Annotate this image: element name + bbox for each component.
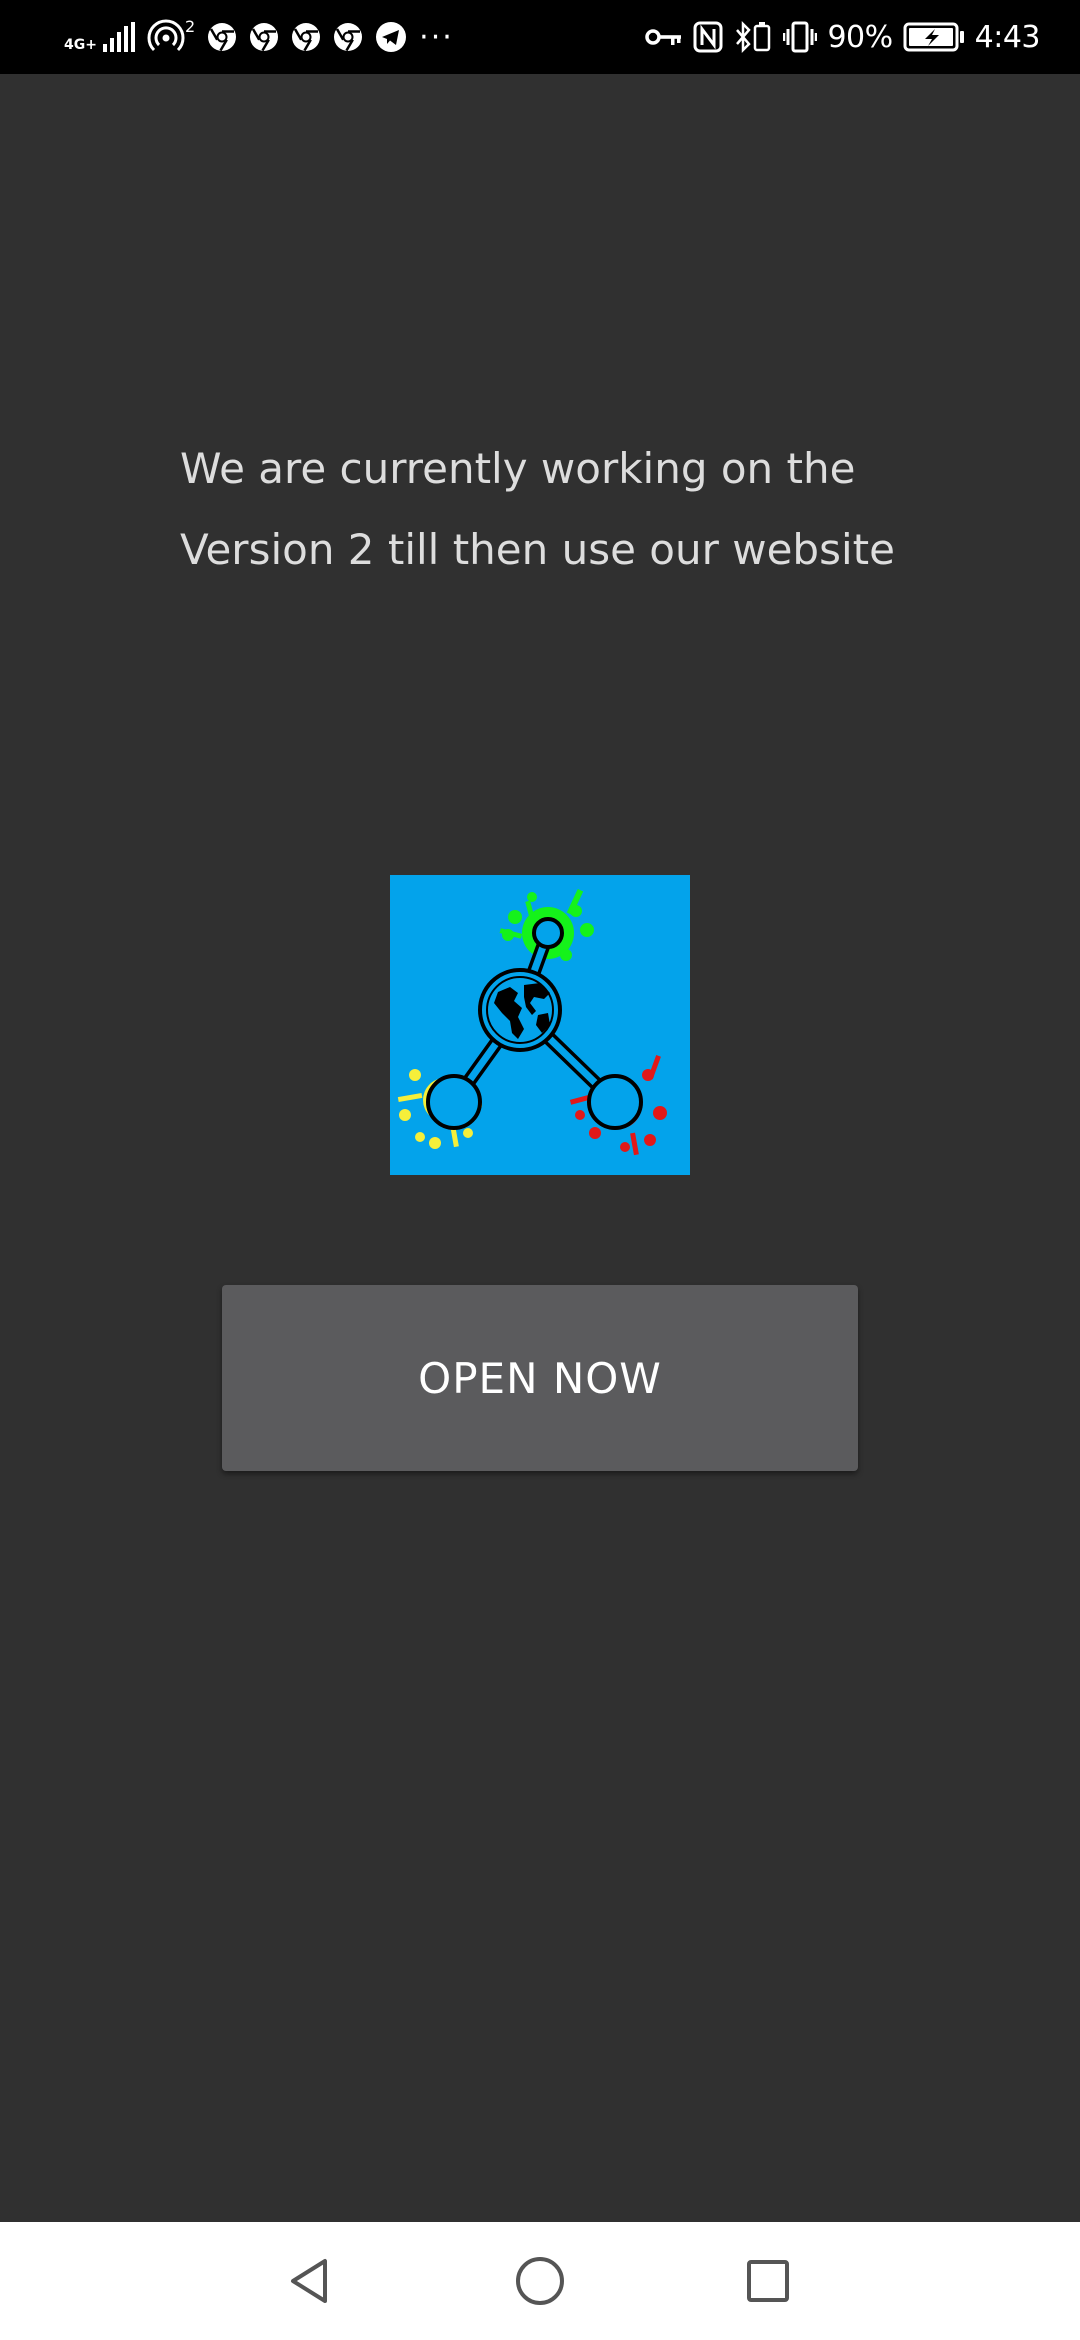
open-now-button[interactable]: OPEN NOW <box>222 1285 858 1471</box>
battery-charging-icon <box>903 22 965 52</box>
chrome-icon <box>249 22 279 52</box>
nfc-icon <box>693 21 723 53</box>
globe-icon <box>478 968 562 1052</box>
signal-icon: 4G+ <box>64 22 135 52</box>
nav-recent-apps-button[interactable] <box>708 2222 828 2340</box>
vpn-key-icon <box>645 26 683 48</box>
chrome-icon <box>207 22 237 52</box>
hotspot-count: 2 <box>184 17 196 36</box>
bluetooth-icon <box>733 20 773 54</box>
status-bar: 4G+ 2 ··· 90% 4:43 <box>0 0 1080 74</box>
nav-back-button[interactable] <box>250 2222 370 2340</box>
more-notifications-icon: ··· <box>419 19 454 55</box>
app-logo <box>390 875 690 1175</box>
chrome-icon <box>291 22 321 52</box>
battery-percent: 90% <box>827 19 893 55</box>
navigation-bar <box>0 2222 1080 2340</box>
right-node <box>587 1074 643 1130</box>
version-message: We are currently working on the Version … <box>180 444 895 574</box>
back-icon <box>291 2259 327 2303</box>
nav-home-button[interactable] <box>480 2222 600 2340</box>
telegram-icon <box>375 21 407 53</box>
vibrate-icon <box>783 21 818 53</box>
status-bar-right: 90% 4:43 <box>645 0 1041 74</box>
status-time: 4:43 <box>974 19 1041 55</box>
recent-apps-icon <box>747 2260 789 2302</box>
status-bar-left: 4G+ 2 ··· <box>64 0 454 74</box>
left-node <box>426 1074 482 1130</box>
hotspot-icon: 2 <box>147 17 196 55</box>
app-screen: 4G+ 2 ··· 90% 4:43 We are currently work… <box>0 0 1080 2340</box>
network-type-label: 4G+ <box>64 37 97 53</box>
chrome-icon <box>333 22 363 52</box>
top-node <box>532 917 564 949</box>
home-icon <box>516 2257 564 2305</box>
